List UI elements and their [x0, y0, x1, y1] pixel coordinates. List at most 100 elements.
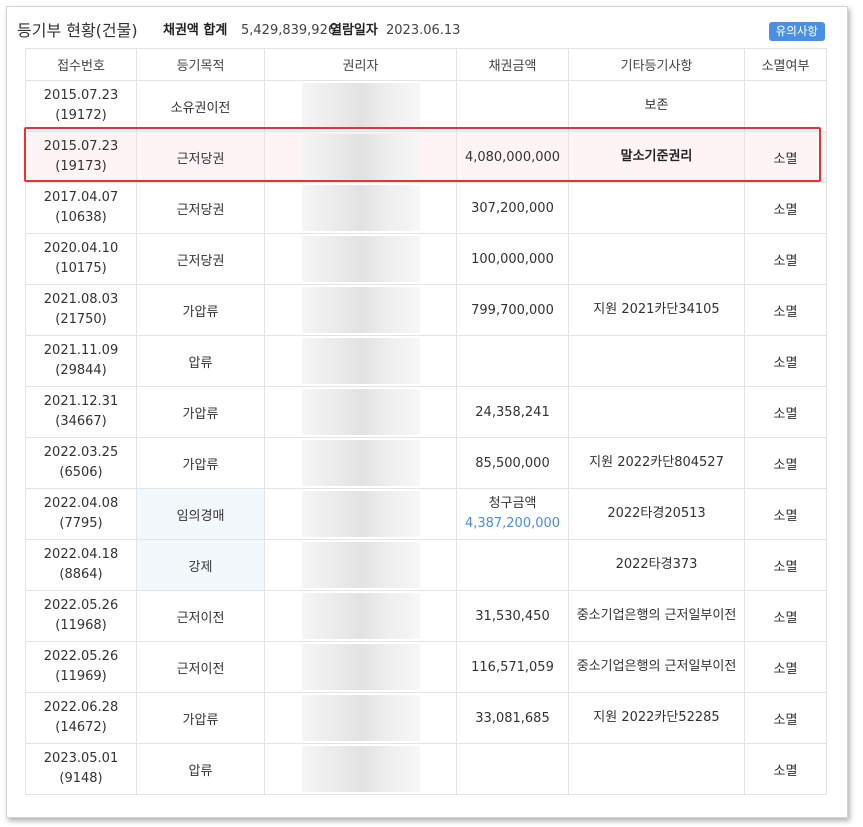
receipt-number: (14672)	[55, 720, 107, 735]
receipt-number: (8864)	[59, 567, 103, 582]
status-cell: 소멸	[744, 284, 827, 336]
purpose-cell: 근저당권	[136, 182, 265, 234]
receipt-number: (10175)	[55, 261, 107, 276]
amount-cell: 청구금액 4,387,200,000	[456, 488, 569, 540]
receipt-number: (10638)	[55, 210, 107, 225]
receipt-date: 2022.05.26	[43, 598, 119, 613]
amount-cell: 33,081,685	[456, 692, 569, 744]
status-cell: 소멸	[744, 488, 827, 540]
amount-cell	[456, 335, 569, 387]
amount-cell: 100,000,000	[456, 233, 569, 285]
receipt-date: 2017.04.07	[43, 190, 119, 205]
receipt-date: 2015.07.23	[43, 88, 119, 103]
table-row: 2022.04.08 (7795) 임의경매 청구금액 4,387,200,000 …	[25, 488, 827, 540]
notice-button[interactable]: 유의사항	[768, 22, 825, 41]
purpose-cell: 근저당권	[136, 131, 265, 183]
receipt-date: 2022.03.25	[43, 445, 119, 460]
status-cell: 소멸	[744, 182, 827, 234]
table-row: 2015.07.23 (19172) 소유권이전 보존	[25, 80, 827, 132]
purpose-cell: 근저이전	[136, 590, 265, 642]
etc-cell	[568, 386, 745, 438]
amount-cell: 31,530,450	[456, 590, 569, 642]
view-date-label: 열람일자	[330, 23, 378, 38]
col-header-receipt: 접수번호	[25, 48, 137, 81]
receipt-cell: 2015.07.23 (19172)	[25, 80, 137, 132]
table-row: 2022.03.25 (6506) 가압류 85,500,000 지원 2022카…	[25, 437, 827, 489]
panel-header: 등기부 현황(건물) 채권액 합계 5,429,839,926 열람일자 202…	[17, 19, 825, 45]
holder-cell	[264, 386, 457, 438]
receipt-cell: 2022.05.26 (11969)	[25, 641, 137, 693]
amount-cell: 307,200,000	[456, 182, 569, 234]
sum-value: 5,429,839,926	[241, 23, 337, 38]
etc-cell: 지원 2022카단804527	[568, 437, 745, 489]
receipt-cell: 2022.04.18 (8864)	[25, 539, 137, 591]
receipt-number: (21750)	[55, 312, 107, 327]
receipt-date: 2021.08.03	[43, 292, 119, 307]
redacted-holder	[301, 185, 420, 231]
receipt-number: (34667)	[55, 414, 107, 429]
redacted-holder	[301, 236, 420, 282]
purpose-cell: 소유권이전	[136, 80, 265, 132]
etc-cell	[568, 335, 745, 387]
etc-cell: 말소기준권리	[568, 131, 745, 183]
holder-cell	[264, 182, 457, 234]
status-cell: 소멸	[744, 590, 827, 642]
amount-cell	[456, 80, 569, 132]
receipt-cell: 2022.03.25 (6506)	[25, 437, 137, 489]
receipt-date: 2022.04.08	[43, 496, 119, 511]
col-header-amount: 채권금액	[456, 48, 569, 81]
holder-cell	[264, 233, 457, 285]
receipt-number: (29844)	[55, 363, 107, 378]
col-header-etc: 기타등기사항	[568, 48, 745, 81]
status-cell: 소멸	[744, 131, 827, 183]
holder-cell	[264, 80, 457, 132]
purpose-cell: 압류	[136, 743, 265, 795]
redacted-holder	[301, 440, 420, 486]
table-row: 2020.04.10 (10175) 근저당권 100,000,000 소멸	[25, 233, 827, 285]
redacted-holder	[301, 644, 420, 690]
receipt-cell: 2020.04.10 (10175)	[25, 233, 137, 285]
holder-cell	[264, 437, 457, 489]
panel-title: 등기부 현황(건물)	[17, 21, 138, 40]
etc-cell	[568, 182, 745, 234]
redacted-holder	[301, 287, 420, 333]
table-row: 2021.11.09 (29844) 압류 소멸	[25, 335, 827, 387]
receipt-number: (19173)	[55, 159, 107, 174]
receipt-number: (11968)	[55, 618, 107, 633]
redacted-holder	[301, 746, 420, 792]
status-cell: 소멸	[744, 692, 827, 744]
table-row: 2021.08.03 (21750) 가압류 799,700,000 지원 202…	[25, 284, 827, 336]
holder-cell	[264, 488, 457, 540]
receipt-cell: 2022.06.28 (14672)	[25, 692, 137, 744]
claim-amount-link[interactable]: 4,387,200,000	[465, 516, 560, 531]
purpose-cell: 근저이전	[136, 641, 265, 693]
receipt-cell: 2022.04.08 (7795)	[25, 488, 137, 540]
amount-cell: 799,700,000	[456, 284, 569, 336]
purpose-cell: 가압류	[136, 692, 265, 744]
receipt-number: (7795)	[59, 516, 103, 531]
amount-cell: 116,571,059	[456, 641, 569, 693]
table-header-row: 접수번호 등기목적 권리자 채권금액 기타등기사항 소멸여부	[25, 48, 827, 81]
table-row: 2022.04.18 (8864) 강제 2022타경373 소멸	[25, 539, 827, 591]
etc-cell: 지원 2022카단52285	[568, 692, 745, 744]
table-row: 2017.04.07 (10638) 근저당권 307,200,000 소멸	[25, 182, 827, 234]
holder-cell	[264, 590, 457, 642]
holder-cell	[264, 131, 457, 183]
purpose-cell: 임의경매	[136, 488, 265, 540]
purpose-cell: 압류	[136, 335, 265, 387]
holder-cell	[264, 692, 457, 744]
view-date-value: 2023.06.13	[386, 23, 461, 38]
receipt-cell: 2015.07.23 (19173)	[25, 131, 137, 183]
table-row: 2022.05.26 (11968) 근저이전 31,530,450 중소기업은행…	[25, 590, 827, 642]
holder-cell	[264, 335, 457, 387]
etc-cell	[568, 743, 745, 795]
etc-cell: 보존	[568, 80, 745, 132]
amount-cell	[456, 743, 569, 795]
purpose-cell: 가압류	[136, 284, 265, 336]
holder-cell	[264, 284, 457, 336]
receipt-date: 2015.07.23	[43, 139, 119, 154]
purpose-cell: 근저당권	[136, 233, 265, 285]
redacted-holder	[301, 389, 420, 435]
purpose-cell: 가압류	[136, 437, 265, 489]
redacted-holder	[301, 593, 420, 639]
